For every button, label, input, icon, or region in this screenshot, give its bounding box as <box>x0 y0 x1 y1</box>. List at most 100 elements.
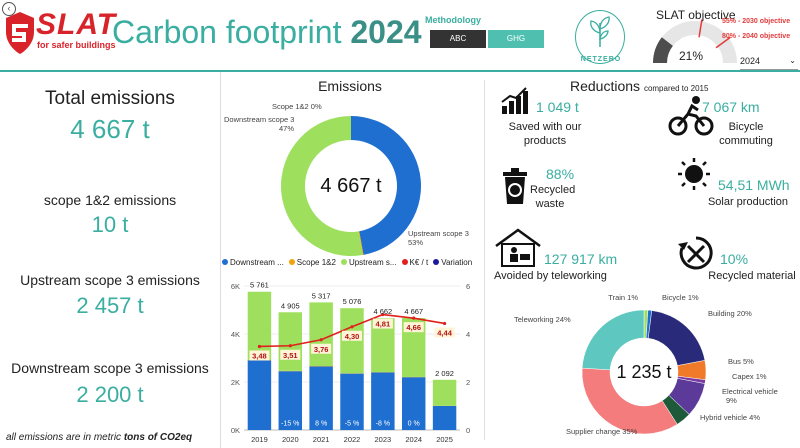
reductions-donut-chart[interactable]: Train 1% Bicycle 1% Building 20% Bus 5% Cape… <box>496 284 796 448</box>
brand-tagline: for safer buildings <box>37 40 116 50</box>
kt-point <box>288 344 292 348</box>
donut-data-label: Upstream scope 3 53% <box>408 229 469 247</box>
footnote-prefix: all emissions are in metric <box>6 432 124 443</box>
gauge-fill <box>653 37 674 64</box>
reduction-slice-building[interactable] <box>647 310 706 366</box>
upstream-label: Upstream scope 3 emissions <box>20 272 200 288</box>
x-tick-label: 2025 <box>436 435 453 444</box>
y2-tick-label: 0 <box>466 426 470 435</box>
kt-label: 4,44 <box>437 328 452 337</box>
scope12-label: scope 1&2 emissions <box>43 192 177 208</box>
donut-center-label: 4 667 t <box>320 175 382 197</box>
bar-chart-legend: Downstream ... Scope 1&2 Upstream s... K€ /… <box>222 258 480 270</box>
upstream-value: 2 457 t <box>76 293 144 318</box>
total-emissions-label: Total emissions <box>45 88 175 109</box>
methodology-label: Methodology <box>425 15 481 25</box>
bar-segment[interactable] <box>309 302 333 367</box>
legend-dot <box>340 259 347 265</box>
bar-total-label: 2 092 <box>435 369 454 378</box>
reduction-data-label: Teleworking 24% <box>514 315 571 324</box>
bar-segment[interactable] <box>432 406 457 430</box>
reduction-slice-teleworking[interactable] <box>581 309 645 371</box>
kt-label: 4,81 <box>376 320 391 329</box>
kt-point <box>442 321 447 326</box>
bar-segment[interactable] <box>432 379 457 406</box>
bar-total-label: 5 076 <box>343 297 362 306</box>
netzero-label: NETZERO <box>580 56 622 63</box>
downstream-label: Downstream scope 3 emissions <box>11 360 209 376</box>
bicycle-value: 7 067 km <box>702 99 760 115</box>
bar-total-label: 4 662 <box>373 307 392 316</box>
emissions-bar-chart[interactable]: 0K 2K 4K 6K 0 2 4 6 5 761 2019 4 905 2020 -15 % 5 31… <box>222 272 480 448</box>
bar-total-label: 4 905 <box>281 301 300 310</box>
legend-item[interactable]: Downstream ... <box>222 258 284 267</box>
bar-segment[interactable] <box>247 360 272 430</box>
kt-label: 3,48 <box>252 351 267 360</box>
kt-point <box>350 325 354 329</box>
y-tick-label: 6K <box>231 282 240 291</box>
reduction-data-label: Capex 1% <box>732 372 767 381</box>
telework-house-icon <box>495 228 541 267</box>
y-tick-label: 4K <box>231 330 240 339</box>
variation-label: -15 % <box>281 421 299 428</box>
recycled-waste-value: 88% <box>546 166 575 182</box>
reduction-data-label: Train 1% <box>608 293 638 302</box>
variation-label: -5 % <box>345 421 359 428</box>
year-select[interactable]: 2024 ⌄ <box>740 56 798 70</box>
legend-item[interactable]: Scope 1&2 <box>288 258 336 267</box>
bicycle-label: Bicycle commuting <box>719 121 773 147</box>
y2-tick-label: 4 <box>466 330 470 339</box>
scope12-value: 10 t <box>91 212 129 237</box>
teleworking-label: Avoided by teleworking <box>494 270 607 282</box>
teleworking-value: 127 917 km <box>544 251 618 267</box>
legend-label: Downstream ... <box>230 258 284 267</box>
donut-data-label: Downstream scope 3 47% <box>224 115 294 133</box>
reductions-donut-center: 1 235 t <box>616 362 671 382</box>
variation-label: 0 % <box>408 421 420 428</box>
bar-total-label: 5 761 <box>250 281 269 290</box>
legend-dot <box>288 259 295 265</box>
bar-total-label: 5 317 <box>312 291 331 300</box>
total-emissions-value: 4 667 t <box>70 114 150 144</box>
recycled-waste-label: Recycled waste <box>530 184 576 210</box>
legend-dot <box>401 259 408 265</box>
legend-dot <box>433 259 440 265</box>
kt-label: 3,51 <box>283 351 298 360</box>
y-tick-label: 0K <box>231 426 240 435</box>
sprout-icon <box>590 16 610 47</box>
legend-item[interactable]: Upstream s... <box>340 258 397 267</box>
objective-percent: 21% <box>678 49 704 63</box>
recycle-tools-icon <box>678 236 713 270</box>
saved-products-value: 1 049 t <box>536 99 579 115</box>
x-tick-label: 2019 <box>251 435 268 444</box>
back-arrow-icon[interactable]: ‹ <box>2 2 16 16</box>
reductions-title: Reductions compared to 2015 <box>570 78 708 94</box>
method-abc-button[interactable]: ABC <box>430 30 486 48</box>
reduction-data-label: Electrical vehicle 9% <box>722 387 778 405</box>
x-tick-label: 2020 <box>282 435 299 444</box>
sun-icon <box>678 158 710 190</box>
method-ghg-button[interactable]: GHG <box>488 30 544 48</box>
variation-label: -8 % <box>376 421 390 428</box>
downstream-value: 2 200 t <box>76 382 144 407</box>
emissions-donut-chart[interactable]: Downstream scope 3 47% Scope 1&2 0% Upstrea… <box>222 96 480 256</box>
legend-item[interactable]: Variation <box>433 258 472 267</box>
legend-label: Upstream s... <box>348 258 397 267</box>
emissions-title: Emissions <box>318 78 382 94</box>
year-select-value: 2024 <box>740 56 761 66</box>
reduction-data-label: Hybrid vehicle 4% <box>700 413 760 422</box>
reduction-data-label: Bus 5% <box>728 357 754 366</box>
variation-label: 8 % <box>315 421 327 428</box>
reduction-data-label: Bicycle 1% <box>662 293 699 302</box>
bar-segment[interactable] <box>247 291 272 360</box>
chevron-down-icon: ⌄ <box>789 56 796 65</box>
kt-point <box>319 338 323 342</box>
recycled-material-label: Recycled material <box>708 270 796 282</box>
x-tick-label: 2024 <box>405 435 422 444</box>
kt-point <box>412 316 416 320</box>
shield-logo-icon <box>6 12 34 54</box>
legend-item[interactable]: K€ / t <box>401 258 428 267</box>
reductions-title-text: Reductions <box>570 78 641 94</box>
kt-label: 3,76 <box>314 345 329 354</box>
bar-segment[interactable] <box>278 312 303 371</box>
